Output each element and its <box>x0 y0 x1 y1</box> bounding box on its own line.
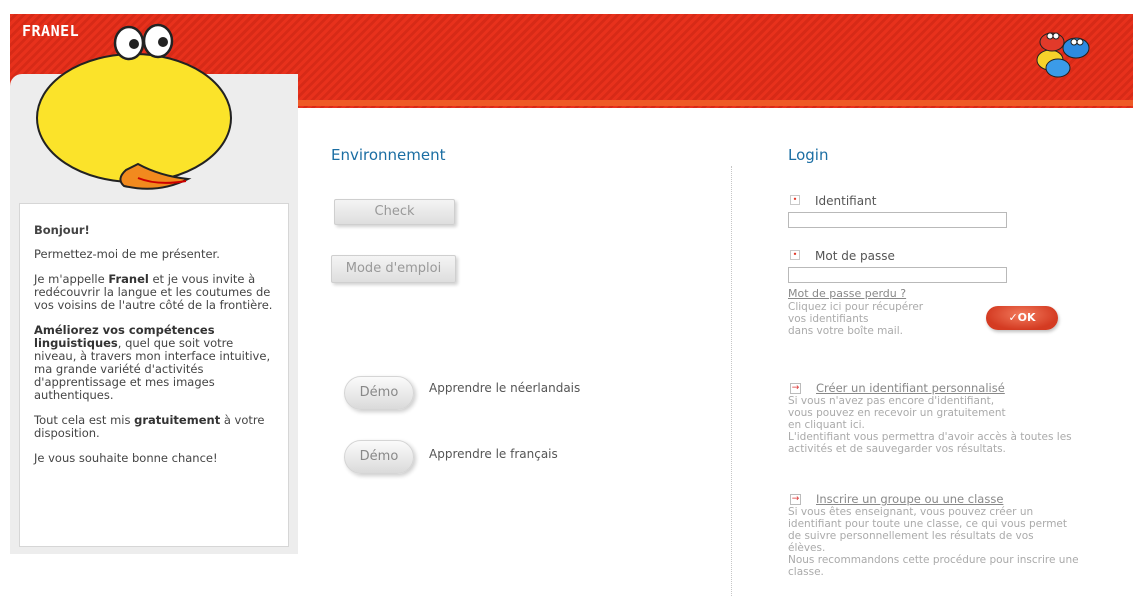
intro-text: Je m'appelle <box>34 272 109 286</box>
intro-paragraph-2: Je m'appelle Franel et je vous invite à … <box>34 273 276 312</box>
intro-bold: Franel <box>108 272 149 286</box>
forgot-password-link[interactable]: Mot de passe perdu ? <box>788 287 906 300</box>
arrow-right-icon: → <box>790 383 801 394</box>
greeting: Bonjour! <box>34 223 90 237</box>
check-icon: ✓ <box>1008 311 1018 324</box>
brand-name: FRANEL <box>22 22 80 40</box>
demo-dutch-label: Apprendre le néerlandais <box>429 381 581 395</box>
environment-title: Environnement <box>331 146 446 164</box>
intro-paragraph-1: Permettez-moi de me présenter. <box>34 247 220 261</box>
help-line: activités et de sauvegarder vos résultat… <box>788 443 1006 455</box>
help-line: Si vous êtes enseignant, vous pouvez cré… <box>788 506 1034 518</box>
help-line: élèves. <box>788 542 826 554</box>
birds-icon <box>1036 32 1090 78</box>
ok-button[interactable]: ✓OK <box>986 306 1058 330</box>
help-line: en cliquant ici. <box>788 419 865 431</box>
register-group-link[interactable]: Inscrire un groupe ou une classe <box>816 492 1003 506</box>
password-label: Mot de passe <box>815 249 895 263</box>
help-line: identifiant pour toute une classe, ce qu… <box>788 518 1068 530</box>
help-line: Si vous n'avez pas encore d'identifiant, <box>788 395 995 407</box>
help-line: Nous recommandons cette procédure pour i… <box>788 554 1079 566</box>
demo-french-button[interactable]: Démo <box>344 440 414 474</box>
column-divider <box>731 166 732 596</box>
demo-dutch-button[interactable]: Démo <box>344 376 414 410</box>
intro-panel: Bonjour! Permettez-moi de me présenter. … <box>19 203 289 547</box>
help-line: vous pouvez en recevoir un gratuitement <box>788 407 1006 419</box>
intro-paragraph-5: Je vous souhaite bonne chance! <box>34 451 218 465</box>
franel-mascot-logo <box>36 23 232 190</box>
help-line: L'identifiant vous permettra d'avoir acc… <box>788 431 1072 443</box>
check-button[interactable]: Check <box>334 199 455 225</box>
login-title: Login <box>788 146 829 164</box>
manual-button[interactable]: Mode d'emploi <box>331 255 456 283</box>
help-line: dans votre boîte mail. <box>788 325 903 337</box>
identifier-label: Identifiant <box>815 194 877 208</box>
required-icon: • <box>790 195 800 205</box>
ok-label: OK <box>1017 311 1036 324</box>
help-line: vos identifiants <box>788 313 869 325</box>
intro-text: Tout cela est mis <box>34 413 135 427</box>
intro-paragraph-4: Tout cela est mis gratuitement à votre d… <box>34 414 276 440</box>
password-input[interactable] <box>788 267 1007 283</box>
intro-paragraph-3: Améliorez vos compétences linguistiques,… <box>34 324 276 402</box>
demo-french-label: Apprendre le français <box>429 447 558 461</box>
help-line: de suivre personnellement les résultats … <box>788 530 1034 542</box>
help-line: classe. <box>788 566 824 578</box>
help-line: Cliquez ici pour récupérer <box>788 301 924 313</box>
arrow-right-icon: → <box>790 494 801 505</box>
forgot-password-help: Cliquez ici pour récupérer vos identifia… <box>788 301 923 337</box>
banner-underline <box>290 100 1133 106</box>
required-icon: • <box>790 250 800 260</box>
create-identifier-link[interactable]: Créer un identifiant personnalisé <box>816 381 1005 395</box>
identifier-input[interactable] <box>788 212 1007 228</box>
create-identifier-help: Si vous n'avez pas encore d'identifiant,… <box>788 395 1072 455</box>
intro-bold: gratuitement <box>134 413 221 427</box>
register-group-help: Si vous êtes enseignant, vous pouvez cré… <box>788 506 1079 578</box>
